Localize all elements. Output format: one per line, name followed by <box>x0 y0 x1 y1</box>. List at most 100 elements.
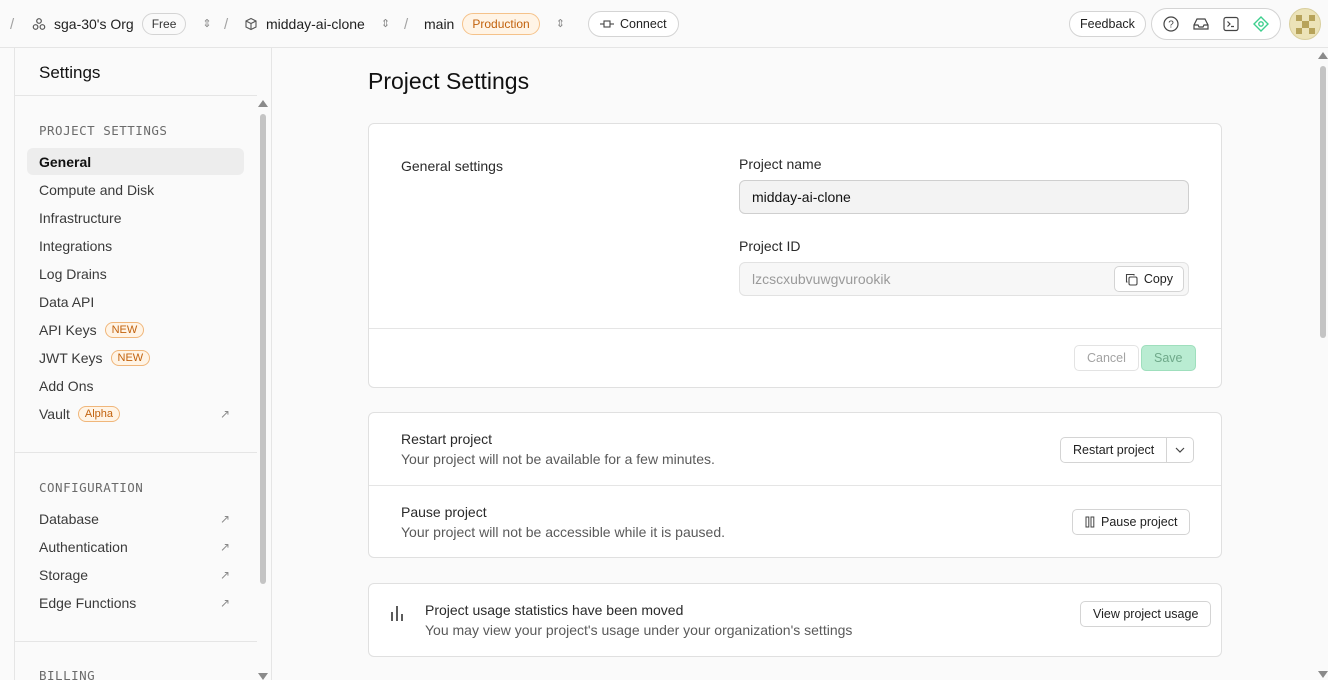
project-id-field[interactable]: lzcscxubvuwgvurookik Copy <box>739 262 1189 296</box>
page-scrollbar[interactable] <box>1318 48 1328 680</box>
scroll-up-arrow-icon[interactable] <box>258 100 268 107</box>
settings-sidebar: Settings PROJECT SETTINGS General Comput… <box>15 48 272 680</box>
copy-icon <box>1125 273 1138 286</box>
cancel-button[interactable]: Cancel <box>1074 345 1139 371</box>
sidebar-item-label: JWT Keys <box>39 349 103 366</box>
restart-project-label: Restart project <box>1073 443 1155 457</box>
restart-project-split-button: Restart project <box>1060 437 1195 463</box>
general-settings-card: General settings Project name midday-ai-… <box>368 123 1222 388</box>
sidebar-item-general[interactable]: General <box>27 148 244 175</box>
chevron-updown-icon[interactable]: ⇕ <box>556 18 565 30</box>
project-name: midday-ai-clone <box>266 16 365 32</box>
sidebar-item-integrations[interactable]: Integrations <box>27 232 244 259</box>
sidebar-item-data-api[interactable]: Data API <box>27 288 244 315</box>
sidebar-item-label: Vault <box>39 405 70 422</box>
connect-label: Connect <box>620 17 667 31</box>
copy-label: Copy <box>1143 272 1173 286</box>
sidebar-item-label: Infrastructure <box>39 209 122 226</box>
save-button[interactable]: Save <box>1141 345 1196 371</box>
sidebar-item-log-drains[interactable]: Log Drains <box>27 260 244 287</box>
scroll-down-arrow-icon[interactable] <box>258 673 268 680</box>
sidebar-item-database[interactable]: Database ↗ <box>27 505 244 532</box>
usage-notice-title: Project usage statistics have been moved <box>425 602 684 618</box>
sidebar-item-authentication[interactable]: Authentication ↗ <box>27 533 244 560</box>
cube-icon <box>245 17 257 31</box>
new-badge: NEW <box>104 321 145 338</box>
breadcrumb-separator: / <box>404 15 409 33</box>
pause-icon <box>1085 516 1095 528</box>
restart-options-dropdown[interactable] <box>1167 437 1195 463</box>
sidebar-item-vault[interactable]: Vault Alpha ↗ <box>27 400 244 427</box>
page-title: Project Settings <box>368 68 530 94</box>
external-link-icon: ↗ <box>219 595 230 610</box>
sidebar-item-label: Add Ons <box>39 377 94 394</box>
branch-selector[interactable]: main Production ⇕ <box>424 0 565 48</box>
project-name-value: midday-ai-clone <box>752 189 851 205</box>
restart-project-description: Your project will not be available for a… <box>401 451 715 467</box>
pause-project-button[interactable]: Pause project <box>1072 509 1191 535</box>
chevron-updown-icon[interactable]: ⇕ <box>202 18 211 30</box>
copy-button[interactable]: Copy <box>1113 266 1184 292</box>
view-project-usage-button[interactable]: View project usage <box>1080 601 1212 627</box>
section-heading-project-settings: PROJECT SETTINGS <box>39 123 168 138</box>
sidebar-scrollbar[interactable] <box>258 100 268 680</box>
feedback-button[interactable]: Feedback <box>1069 11 1146 37</box>
scrollbar-thumb[interactable] <box>1320 66 1326 338</box>
feedback-label: Feedback <box>1080 17 1135 31</box>
scroll-down-arrow-icon[interactable] <box>1318 671 1328 678</box>
sidebar-item-add-ons[interactable]: Add Ons <box>27 372 244 399</box>
new-badge: NEW <box>110 349 151 366</box>
cancel-label: Cancel <box>1087 351 1126 365</box>
sidebar-item-edge-functions[interactable]: Edge Functions ↗ <box>27 589 244 616</box>
sidebar-item-label: Log Drains <box>39 265 107 282</box>
connect-button[interactable]: Connect <box>588 11 679 37</box>
breadcrumb-separator: / <box>10 15 15 33</box>
sidebar-item-jwt-keys[interactable]: JWT Keys NEW <box>27 344 244 371</box>
scrollbar-thumb[interactable] <box>260 114 266 584</box>
divider <box>15 452 257 453</box>
external-link-icon: ↗ <box>219 539 230 554</box>
plug-icon <box>600 20 614 28</box>
sidebar-item-compute-and-disk[interactable]: Compute and Disk <box>27 176 244 203</box>
svg-text:?: ? <box>1168 20 1174 31</box>
bar-chart-icon <box>391 606 403 621</box>
alpha-badge: Alpha <box>77 405 121 422</box>
terminal-icon[interactable] <box>1219 12 1243 36</box>
project-actions-card: Restart project Your project will not be… <box>368 412 1222 558</box>
help-icon[interactable]: ? <box>1159 12 1183 36</box>
divider <box>15 641 257 642</box>
avatar[interactable] <box>1289 8 1321 40</box>
sidebar-title: Settings <box>39 63 101 82</box>
plan-badge: Free <box>141 13 187 35</box>
sidebar-item-api-keys[interactable]: API Keys NEW <box>27 316 244 343</box>
project-id-value: lzcscxubvuwgvurookik <box>752 271 891 287</box>
sidebar-item-label: Storage <box>39 566 89 583</box>
external-link-icon: ↗ <box>219 511 230 526</box>
project-name-input[interactable]: midday-ai-clone <box>739 180 1189 214</box>
inbox-icon[interactable] <box>1189 12 1213 36</box>
divider <box>15 95 257 96</box>
save-label: Save <box>1154 351 1183 365</box>
sidebar-item-infrastructure[interactable]: Infrastructure <box>27 204 244 231</box>
section-heading-configuration: CONFIGURATION <box>39 480 144 495</box>
scroll-up-arrow-icon[interactable] <box>1318 52 1328 59</box>
restart-project-button[interactable]: Restart project <box>1060 437 1168 463</box>
breadcrumb: / <box>10 0 14 48</box>
project-selector[interactable]: midday-ai-clone ⇕ <box>244 0 390 48</box>
sidebar-item-label: Database <box>39 510 99 527</box>
assistant-icon[interactable] <box>1249 12 1273 36</box>
sidebar-item-label: API Keys <box>39 321 97 338</box>
project-name-label: Project name <box>739 156 822 172</box>
pause-project-label: Pause project <box>1101 515 1178 529</box>
sidebar-item-storage[interactable]: Storage ↗ <box>27 561 244 588</box>
chevron-updown-icon[interactable]: ⇕ <box>381 18 390 30</box>
branch-name: main <box>424 16 455 32</box>
chevron-down-icon <box>1175 447 1185 453</box>
view-project-usage-label: View project usage <box>1093 607 1199 621</box>
main-content: Project Settings General settings Projec… <box>272 48 1318 680</box>
org-selector[interactable]: sga-30's Org Free ⇕ <box>32 0 212 48</box>
top-bar: / sga-30's Org Free ⇕ / midday-ai-clone … <box>0 0 1328 48</box>
pause-project-description: Your project will not be accessible whil… <box>401 524 725 540</box>
project-id-label: Project ID <box>739 238 801 254</box>
sidebar-item-label: Edge Functions <box>39 594 137 611</box>
